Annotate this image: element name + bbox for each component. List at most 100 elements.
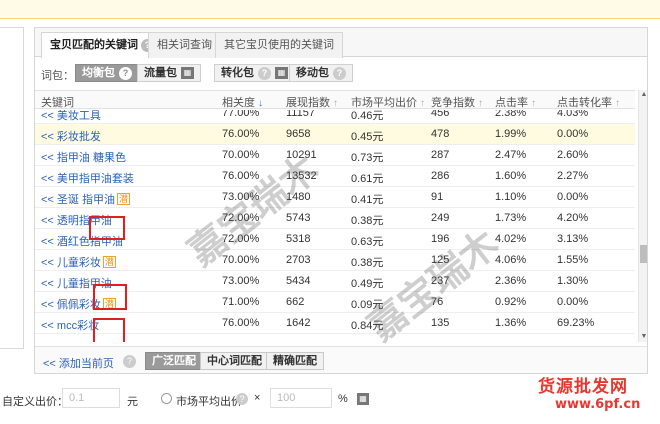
sort-desc-icon: ↓ (258, 98, 263, 109)
table-row[interactable]: << 美妆工具 77.00% 11157 0.46元 456 2.38% 4.03% (35, 110, 635, 124)
col-impressions-label: 展现指数 (286, 97, 330, 109)
add-keyword-link[interactable]: << (41, 152, 54, 164)
competition-cell: 287 (431, 149, 450, 161)
table-row[interactable]: << 酒红色指甲油 72.00% 5318 0.63元 196 4.02% 3.13% (35, 229, 635, 250)
table-header: 关键词 相关度 ↓ 展现指数 ↑ 市场平均出价 ↑ 竞争指数 ↑ 点击率 ↑ 点击转化率 ↑ (35, 90, 635, 109)
tab-matched-keywords[interactable]: 宝贝匹配的关键词? (41, 32, 163, 58)
grid-icon: ▦ (181, 67, 194, 80)
add-keyword-link[interactable]: << (41, 194, 54, 206)
scrollbar-thumb[interactable] (640, 245, 647, 263)
scroll-down-arrow-icon[interactable]: ▼ (640, 333, 647, 341)
add-keyword-link[interactable]: << (41, 131, 54, 143)
package-mobile-button[interactable]: 移动包? (289, 64, 353, 82)
impressions-cell: 1480 (286, 191, 311, 203)
ctr-cell: 2.38% (495, 110, 527, 119)
col-ctr-label: 点击率 (495, 97, 528, 109)
ctr-cell: 1.36% (495, 317, 527, 329)
tab-related-query[interactable]: 相关词查询 (148, 32, 221, 58)
package-traffic-button[interactable]: 流量包 ▦ (137, 64, 201, 82)
add-current-page-link[interactable]: << 添加当前页 (43, 355, 114, 371)
table-row[interactable]: << 美甲指甲油套装 76.00% 13532 0.61元 286 1.60% 2.27% (35, 166, 635, 187)
impressions-cell: 1642 (286, 317, 311, 329)
relevance-cell: 77.00% (222, 110, 260, 119)
package-balanced-button[interactable]: 均衡包? (75, 64, 139, 82)
market-bid-radio[interactable] (161, 393, 172, 404)
package-conversion-button[interactable]: 转化包? ▦ (214, 64, 295, 82)
scroll-up-arrow-icon[interactable]: ▲ (640, 91, 647, 99)
impressions-cell: 2703 (286, 254, 311, 266)
custom-bid-label: 自定义出价： (2, 396, 68, 408)
table-scrollbar[interactable]: ▲ ▼ (638, 90, 647, 342)
table-row[interactable]: << 彩妆批发 76.00% 9658 0.45元 478 1.99% 0.00% (35, 124, 635, 145)
impressions-cell: 13532 (286, 170, 317, 182)
help-icon: ? (333, 66, 346, 80)
bid-unit-label: 元 (127, 396, 138, 408)
tab-other-items-keywords[interactable]: 其它宝贝使用的关键词 (215, 32, 343, 58)
ctr-cell: 2.47% (495, 149, 527, 161)
percent-unit-label: % (338, 393, 348, 405)
keyword-text[interactable]: 美妆工具 (57, 110, 101, 122)
competition-cell: 76 (431, 296, 444, 308)
custom-bid-input[interactable]: 0.1 (62, 388, 120, 408)
exact-match-button[interactable]: 精确匹配 (266, 352, 324, 370)
add-keyword-link[interactable]: << (41, 173, 54, 185)
potential-tag-icon: 潜 (116, 193, 130, 205)
table-row[interactable]: << 圣诞 指甲油潜 73.00% 1480 0.41元 91 1.10% 0.00% (35, 187, 635, 208)
ctr-cell: 1.99% (495, 128, 527, 140)
add-keyword-link[interactable]: << (41, 257, 54, 269)
add-keyword-link[interactable]: << (41, 299, 54, 311)
table-row[interactable]: << 透明指甲油 72.00% 5743 0.38元 249 1.73% 4.20% (35, 208, 635, 229)
impressions-cell: 11157 (286, 110, 315, 119)
cvr-cell: 69.23% (557, 317, 595, 329)
percent-input[interactable]: 100 (270, 388, 332, 408)
cvr-cell: 1.55% (557, 254, 589, 266)
calculator-icon[interactable]: ▦ (357, 393, 369, 405)
help-icon[interactable]: ? (236, 393, 248, 405)
add-keyword-link[interactable]: << (41, 236, 54, 248)
impressions-cell: 5318 (286, 233, 311, 245)
col-cvr[interactable]: 点击转化率 ↑ (557, 94, 620, 110)
table-row[interactable]: << 儿童彩妆潜 70.00% 2703 0.38元 125 4.06% 1.55% (35, 250, 635, 271)
broad-match-button[interactable]: 广泛匹配 (145, 352, 203, 370)
keyword-text[interactable]: 彩妆批发 (57, 131, 101, 143)
ctr-cell: 4.02% (495, 233, 527, 245)
phrase-match-button[interactable]: 中心词匹配 (200, 352, 269, 370)
ctr-cell: 1.60% (495, 170, 527, 182)
add-keyword-link[interactable]: << (41, 320, 54, 332)
relevance-cell: 71.00% (222, 296, 260, 308)
col-competition[interactable]: 竞争指数 ↑ (431, 94, 483, 110)
table-row[interactable]: << mcc彩妆 76.00% 1642 0.84元 135 1.36% 69.23% (35, 313, 635, 334)
keyword-cell: << 彩妆批发 (41, 128, 101, 144)
sort-icon: ↑ (531, 98, 536, 109)
annotation-box (93, 318, 125, 342)
col-ctr[interactable]: 点击率 ↑ (495, 94, 536, 110)
avg-bid-cell: 0.09元 (351, 299, 384, 311)
keyword-text[interactable]: 圣诞 指甲油 (57, 194, 115, 206)
cvr-cell: 4.03% (557, 110, 589, 119)
add-keyword-link[interactable]: << (41, 215, 54, 227)
ctr-cell: 1.73% (495, 212, 527, 224)
col-impressions[interactable]: 展现指数 ↑ (286, 94, 338, 110)
col-competition-label: 竞争指数 (431, 97, 475, 109)
avg-bid-cell: 0.84元 (351, 320, 384, 332)
table-row[interactable]: << 指甲油 糖果色 70.00% 10291 0.73元 287 2.47% 2.60% (35, 145, 635, 166)
col-avg-bid[interactable]: 市场平均出价 ↑ (351, 94, 425, 110)
package-conversion-label: 转化包 (221, 67, 254, 79)
tab-label: 宝贝匹配的关键词 (50, 39, 138, 51)
keyword-text[interactable]: 儿童彩妆 (57, 257, 101, 269)
keyword-text[interactable]: 美甲指甲油套装 (57, 173, 134, 185)
keyword-text[interactable]: 指甲油 糖果色 (57, 152, 126, 164)
avg-bid-cell: 0.45元 (351, 131, 384, 143)
add-keyword-link[interactable]: << (41, 110, 54, 122)
competition-cell: 249 (431, 212, 450, 224)
table-footer: << 添加当前页 ? 广泛匹配 中心词匹配 精确匹配 (35, 346, 647, 373)
tab-bar: 宝贝匹配的关键词? 相关词查询 其它宝贝使用的关键词 (35, 28, 647, 58)
brand-url-text: www.6pf.cn (555, 397, 641, 412)
help-icon[interactable]: ? (123, 355, 136, 368)
add-keyword-link[interactable]: << (41, 278, 54, 290)
ctr-cell: 2.36% (495, 275, 527, 287)
sort-icon: ↑ (420, 98, 425, 109)
col-relevance[interactable]: 相关度 ↓ (222, 94, 263, 110)
competition-cell: 91 (431, 191, 444, 203)
cvr-cell: 4.20% (557, 212, 589, 224)
